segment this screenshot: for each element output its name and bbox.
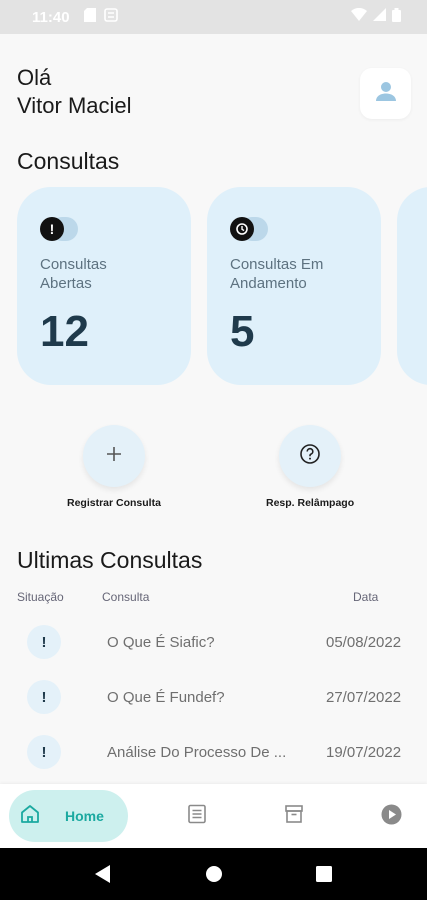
card-open-consultations[interactable]: ! Consultas Abertas 12: [17, 187, 191, 385]
profile-button[interactable]: [360, 68, 411, 119]
wifi-icon: [351, 7, 367, 26]
back-icon[interactable]: [95, 865, 111, 888]
nav-home-label: Home: [65, 808, 104, 824]
section-title-recent: Ultimas Consultas: [17, 547, 203, 573]
home-circle-icon[interactable]: [205, 865, 223, 888]
android-navigation-bar: [0, 848, 427, 900]
column-header-consulta: Consulta: [102, 590, 150, 604]
greeting: Olá Vitor Maciel: [17, 64, 132, 120]
clock-icon: [230, 217, 254, 241]
row-date: 05/08/2022: [326, 634, 402, 651]
recents-icon[interactable]: [316, 866, 332, 887]
consultas-cards: ! Consultas Abertas 12 Consultas Em Anda…: [17, 187, 427, 385]
card-label: Consultas Em Andamento: [230, 256, 324, 292]
battery-icon: [392, 7, 401, 27]
user-name: Vitor Maciel: [17, 93, 132, 118]
document-list-icon[interactable]: [187, 804, 207, 829]
row-date: 19/07/2022: [326, 744, 402, 761]
row-title: Análise Do Processo De ...: [107, 744, 287, 761]
row-title: O Que É Fundef?: [107, 689, 225, 706]
question-icon: [299, 443, 321, 470]
table-row[interactable]: ! O Que É Siafic? 05/08/2022: [0, 622, 427, 662]
exclamation-icon: !: [27, 625, 61, 659]
table-row[interactable]: ! Análise Do Processo De ... 19/07/2022: [0, 732, 427, 772]
sd-card-icon: [83, 7, 96, 27]
home-icon: [19, 803, 41, 830]
card-count: 5: [230, 307, 255, 356]
signal-icon: [373, 8, 386, 26]
table-row[interactable]: ! O Que É Fundef? 27/07/2022: [0, 677, 427, 717]
card-in-progress-consultations[interactable]: Consultas Em Andamento 5: [207, 187, 381, 385]
row-title: O Que É Siafic?: [107, 634, 215, 651]
card-status-toggle: !: [40, 217, 78, 241]
exclamation-icon: !: [27, 680, 61, 714]
quick-response-action[interactable]: Resp. Relâmpago: [266, 425, 354, 509]
register-consultation-action[interactable]: Registrar Consulta: [67, 425, 161, 509]
plus-icon: [105, 445, 123, 468]
register-consultation-button[interactable]: [82, 425, 145, 487]
card-label: Consultas Abertas: [40, 256, 107, 292]
row-date: 27/07/2022: [326, 689, 402, 706]
nav-home[interactable]: Home: [9, 790, 128, 842]
app-notification-icon: [103, 7, 118, 27]
person-icon: [375, 80, 397, 107]
register-consultation-label: Registrar Consulta: [67, 497, 161, 509]
status-time: 11:40: [32, 8, 70, 26]
column-header-status: Situação: [17, 590, 64, 604]
quick-response-label: Resp. Relâmpago: [266, 497, 355, 509]
exclamation-icon: !: [27, 735, 61, 769]
column-header-date: Data: [353, 590, 379, 604]
status-bar: 11:40: [0, 0, 427, 34]
exclamation-icon: !: [40, 217, 64, 241]
archive-icon[interactable]: [284, 804, 304, 829]
bottom-nav: Home: [0, 784, 427, 848]
quick-response-button[interactable]: [279, 425, 342, 487]
card-count: 12: [40, 307, 89, 356]
section-title-consultas: Consultas: [17, 148, 120, 174]
card-partial-next[interactable]: [397, 187, 427, 385]
play-circle-icon[interactable]: [381, 804, 402, 830]
greeting-hello: Olá: [17, 65, 52, 90]
card-status-toggle: [230, 217, 268, 241]
